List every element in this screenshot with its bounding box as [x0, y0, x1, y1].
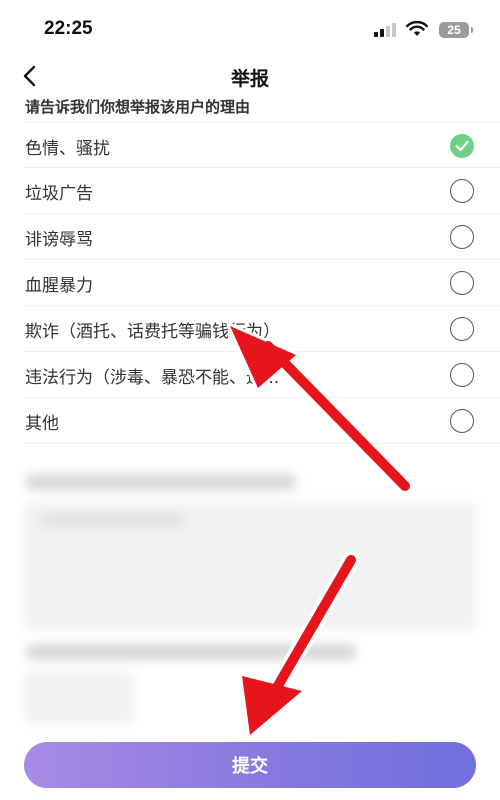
report-prompt: 请告诉我们你想举报该用户的理由	[25, 98, 251, 116]
reason-item-defamation[interactable]: 诽谤辱骂	[24, 214, 500, 260]
reason-label: 垃圾广告	[25, 184, 93, 204]
status-bar: 22:25 25	[0, 0, 500, 56]
radio-icon[interactable]	[450, 317, 474, 341]
reason-item-other[interactable]: 其他	[24, 398, 500, 444]
reason-label: 违法行为（涉毒、暴恐不能、违...	[25, 368, 280, 388]
checked-radio-icon[interactable]	[450, 134, 474, 158]
radio-icon[interactable]	[450, 271, 474, 295]
reason-item-sexual-harassment[interactable]: 色情、骚扰	[24, 122, 500, 168]
radio-icon[interactable]	[450, 409, 474, 433]
nav-bar: 举报	[0, 56, 500, 96]
battery-icon: 25	[439, 22, 473, 38]
blurred-content	[0, 460, 500, 730]
reason-label: 诽谤辱骂	[25, 230, 93, 250]
reason-item-violence[interactable]: 血腥暴力	[24, 260, 500, 306]
radio-icon[interactable]	[450, 363, 474, 387]
reason-item-fraud[interactable]: 欺诈（酒托、话费托等骗钱行为）	[24, 306, 500, 352]
reason-label: 色情、骚扰	[25, 139, 110, 159]
reason-label: 血腥暴力	[25, 276, 93, 296]
reason-list: 色情、骚扰 垃圾广告 诽谤辱骂 血腥暴力 欺诈（酒托、话费托等骗钱行为） 违法行…	[0, 122, 500, 444]
page-title: 举报	[230, 68, 269, 90]
radio-icon[interactable]	[450, 225, 474, 249]
submit-button[interactable]: 提交	[24, 742, 476, 788]
reason-label: 欺诈（酒托、话费托等骗钱行为）	[25, 322, 280, 342]
reason-item-spam-ads[interactable]: 垃圾广告	[24, 168, 500, 214]
status-time: 22:25	[44, 18, 93, 39]
wifi-icon	[406, 21, 428, 36]
signal-icon	[374, 23, 398, 37]
reason-item-illegal[interactable]: 违法行为（涉毒、暴恐不能、违...	[24, 352, 500, 398]
reason-label: 其他	[25, 414, 59, 434]
radio-icon[interactable]	[450, 179, 474, 203]
